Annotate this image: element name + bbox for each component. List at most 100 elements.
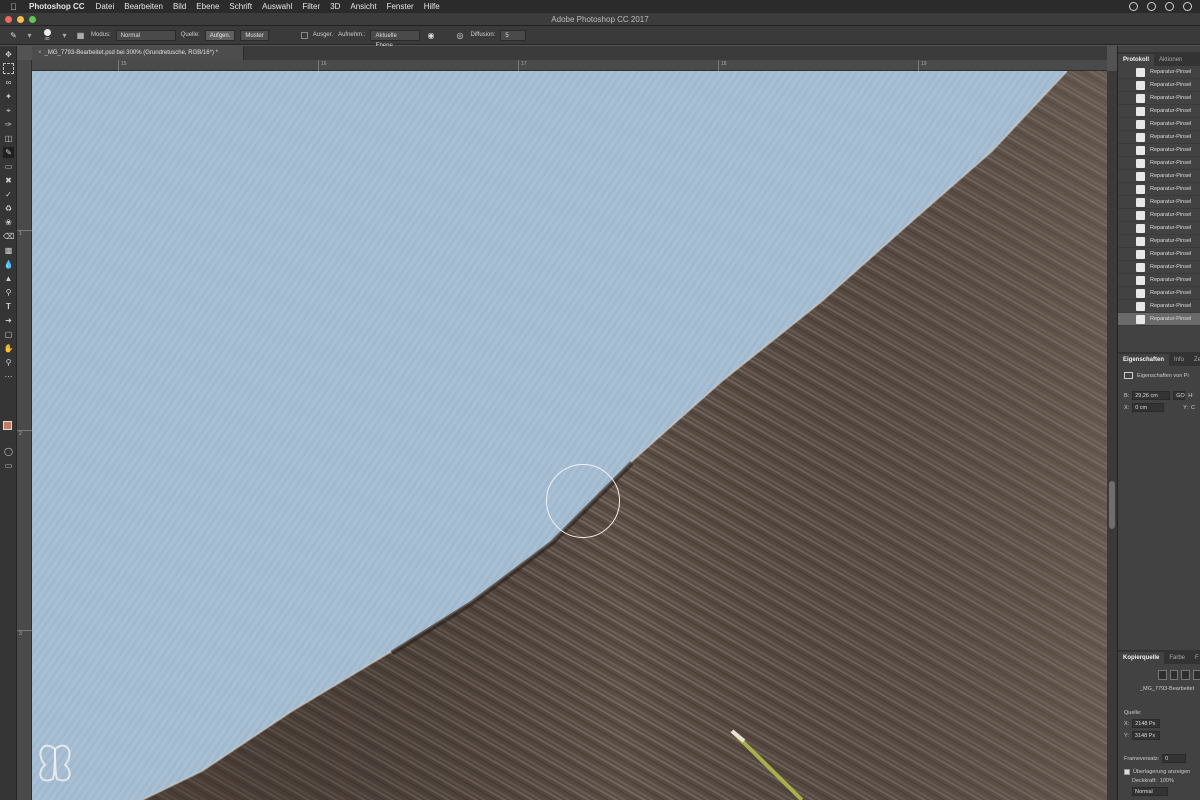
- history-item[interactable]: Reparatur-Pinsel: [1118, 131, 1200, 144]
- history-item[interactable]: Reparatur-Pinsel: [1118, 261, 1200, 274]
- source-x-field[interactable]: 2148 Px: [1132, 719, 1161, 728]
- tab-eigenschaften[interactable]: Eigenschaften: [1118, 354, 1170, 366]
- clone-source-2-icon[interactable]: [1169, 670, 1178, 680]
- crop-tool-icon[interactable]: ⌖: [3, 105, 14, 116]
- width-field[interactable]: 29,26 cm: [1132, 391, 1171, 400]
- eraser-tool-icon[interactable]: ⌫: [3, 231, 14, 242]
- history-brush-tool-icon[interactable]: ❀: [3, 217, 14, 228]
- foreground-color-swatch[interactable]: [3, 421, 12, 430]
- sample-select[interactable]: Aktuelle Ebene: [370, 29, 421, 49]
- menu-schrift[interactable]: Schrift: [229, 2, 252, 11]
- type-tool-icon[interactable]: T: [3, 301, 14, 312]
- healing-brush-tool-icon[interactable]: ✎: [8, 30, 19, 41]
- mode-select[interactable]: Normal: [115, 29, 176, 41]
- sync-icon[interactable]: [1165, 2, 1174, 11]
- chevron-down-icon[interactable]: ▾: [24, 30, 35, 41]
- gradient-tool-icon[interactable]: ▩: [3, 245, 14, 256]
- record-icon[interactable]: [1129, 2, 1138, 11]
- history-item[interactable]: Reparatur-Pinsel: [1118, 300, 1200, 313]
- opacity-value[interactable]: 100%: [1160, 778, 1174, 784]
- quick-selection-tool-icon[interactable]: ✦: [3, 91, 14, 102]
- menu-fenster[interactable]: Fenster: [387, 2, 414, 11]
- creative-cloud-icon[interactable]: [1147, 2, 1156, 11]
- healing-brush-tool-icon[interactable]: ✎: [3, 147, 14, 158]
- menu-3d[interactable]: 3D: [330, 2, 340, 11]
- history-item[interactable]: Reparatur-Pinsel: [1118, 144, 1200, 157]
- scrollbar-thumb[interactable]: [1109, 481, 1115, 529]
- blur-tool-icon[interactable]: 💧: [3, 259, 14, 270]
- aligned-checkbox[interactable]: [300, 31, 308, 39]
- history-item[interactable]: Reparatur-Pinsel: [1118, 209, 1200, 222]
- history-item[interactable]: Reparatur-Pinsel: [1118, 105, 1200, 118]
- source-sampled-button[interactable]: Aufgen.: [204, 29, 236, 41]
- y-field[interactable]: C: [1191, 405, 1195, 411]
- source-pattern-button[interactable]: Muster: [240, 29, 269, 41]
- brush-tool-icon[interactable]: ✓: [3, 189, 14, 200]
- chevron-down-icon[interactable]: ▾: [59, 30, 70, 41]
- tab-protokoll[interactable]: Protokoll: [1118, 54, 1155, 66]
- tab-farbe[interactable]: Farbe: [1164, 652, 1190, 664]
- apple-menu-icon[interactable]: : [10, 2, 20, 12]
- ignore-adjustment-layers-icon[interactable]: ◉: [425, 30, 436, 41]
- close-tab-icon[interactable]: ×: [38, 50, 42, 56]
- history-item[interactable]: Reparatur-Pinsel: [1118, 66, 1200, 79]
- diffusion-select[interactable]: 5: [500, 29, 527, 41]
- move-tool-icon[interactable]: ✥: [3, 49, 14, 60]
- x-field[interactable]: 0 cm: [1132, 403, 1165, 412]
- document-tab[interactable]: × _MG_7793-Bearbeitet.psd bei 300% (Grund…: [32, 46, 244, 60]
- history-item[interactable]: Reparatur-Pinsel: [1118, 157, 1200, 170]
- path-selection-tool-icon[interactable]: ➜: [3, 315, 14, 326]
- brush-preset-picker[interactable]: 40: [40, 29, 54, 41]
- history-item[interactable]: Reparatur-Pinsel: [1118, 222, 1200, 235]
- menu-bearbeiten[interactable]: Bearbeiten: [124, 2, 163, 11]
- history-item[interactable]: Reparatur-Pinsel: [1118, 274, 1200, 287]
- tab-info[interactable]: Info: [1169, 354, 1189, 366]
- menu-ebene[interactable]: Ebene: [196, 2, 219, 11]
- zoom-tool-icon[interactable]: ⚲: [3, 357, 14, 368]
- hand-tool-icon[interactable]: ✋: [3, 343, 14, 354]
- source-y-field[interactable]: 3148 Px: [1131, 731, 1160, 740]
- history-item[interactable]: Reparatur-Pinsel: [1118, 79, 1200, 92]
- history-item[interactable]: Reparatur-Pinsel: [1118, 196, 1200, 209]
- eyedropper-tool-icon[interactable]: ✑: [3, 119, 14, 130]
- history-item[interactable]: Reparatur-Pinsel: [1118, 170, 1200, 183]
- history-item[interactable]: Reparatur-Pinsel: [1118, 183, 1200, 196]
- history-item[interactable]: Reparatur-Pinsel: [1118, 248, 1200, 261]
- brush-settings-icon[interactable]: ▦: [75, 30, 86, 41]
- menu-ansicht[interactable]: Ansicht: [350, 2, 376, 11]
- history-item[interactable]: Reparatur-Pinsel: [1118, 118, 1200, 131]
- screen-mode-icon[interactable]: ▭: [3, 460, 14, 471]
- history-item[interactable]: Reparatur-Pinsel: [1118, 313, 1200, 326]
- dodge-tool-icon[interactable]: ▲: [3, 273, 14, 284]
- pen-tool-icon[interactable]: ⚲: [3, 287, 14, 298]
- wifi-icon[interactable]: [1183, 2, 1192, 11]
- tab-kopierquelle[interactable]: Kopierquelle: [1118, 652, 1165, 664]
- history-item[interactable]: Reparatur-Pinsel: [1118, 235, 1200, 248]
- menu-bild[interactable]: Bild: [173, 2, 186, 11]
- link-dimensions-button[interactable]: GO: [1173, 391, 1186, 400]
- tab-aktionen[interactable]: Aktionen: [1154, 54, 1187, 66]
- tab-ze[interactable]: Ze: [1189, 354, 1200, 366]
- menu-filter[interactable]: Filter: [302, 2, 320, 11]
- quick-mask-icon[interactable]: ◯: [3, 446, 14, 457]
- lasso-tool-icon[interactable]: ∞: [3, 77, 14, 88]
- overlay-blend-select[interactable]: Normal: [1132, 787, 1168, 796]
- menu-hilfe[interactable]: Hilfe: [424, 2, 440, 11]
- pressure-size-icon[interactable]: ◎: [454, 30, 465, 41]
- document-canvas[interactable]: [32, 71, 1107, 800]
- red-eye-tool-icon[interactable]: ✖: [3, 175, 14, 186]
- history-item[interactable]: Reparatur-Pinsel: [1118, 92, 1200, 105]
- menu-app-name[interactable]: Photoshop CC: [29, 2, 85, 11]
- history-item[interactable]: Reparatur-Pinsel: [1118, 287, 1200, 300]
- menu-datei[interactable]: Datei: [96, 2, 115, 11]
- spot-healing-tool-icon[interactable]: ◫: [3, 133, 14, 144]
- clone-source-1-icon[interactable]: [1158, 670, 1167, 680]
- vertical-scrollbar[interactable]: [1107, 71, 1117, 800]
- clone-stamp-tool-icon[interactable]: ♻: [3, 203, 14, 214]
- shape-tool-icon[interactable]: ▢: [3, 329, 14, 340]
- tab-f[interactable]: F: [1190, 652, 1200, 664]
- menu-auswahl[interactable]: Auswahl: [262, 2, 292, 11]
- clone-source-3-icon[interactable]: [1181, 670, 1190, 680]
- marquee-tool-icon[interactable]: [3, 63, 14, 74]
- frame-offset-field[interactable]: 0: [1162, 754, 1187, 763]
